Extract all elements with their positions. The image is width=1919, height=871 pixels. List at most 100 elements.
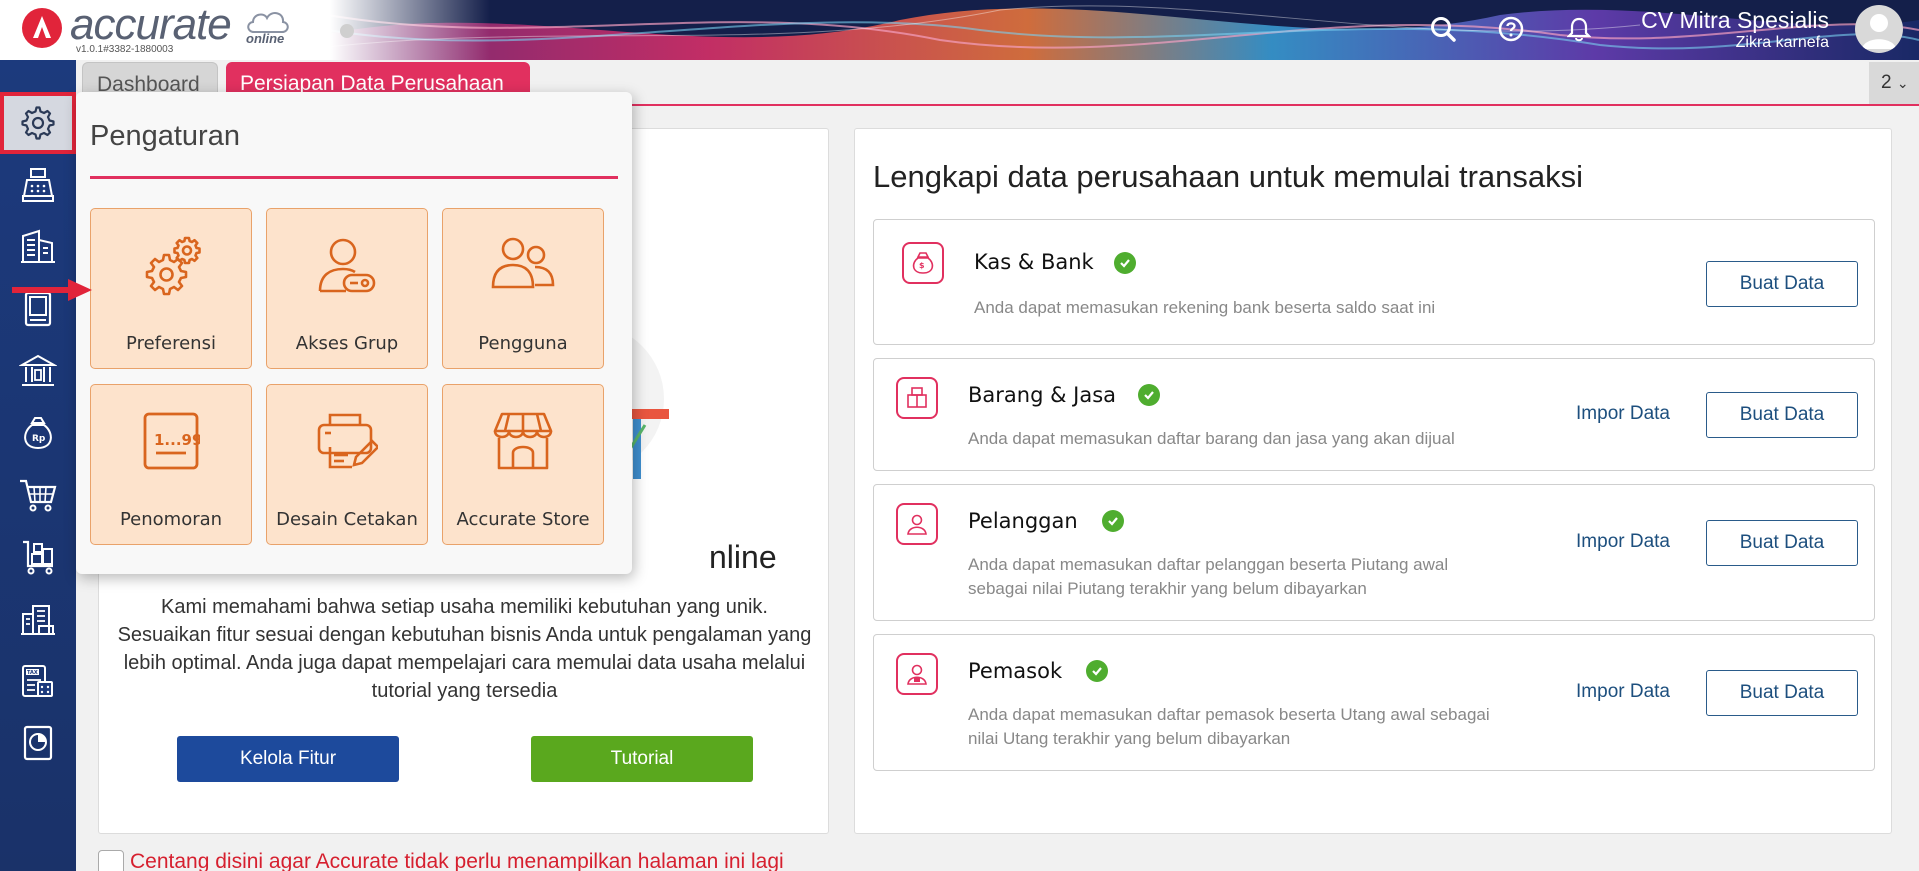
buat-data-button[interactable]: Buat Data <box>1706 670 1858 716</box>
kelola-fitur-button[interactable]: Kelola Fitur <box>177 736 399 782</box>
user-name: Zikra karnefa <box>1735 34 1829 51</box>
top-header: accurate online v1.0.1#3382-1880003 CV M… <box>0 0 1919 60</box>
tile-label: Akses Grup <box>295 333 399 354</box>
printer-design-icon <box>267 411 427 471</box>
tile-label: Accurate Store <box>456 509 590 530</box>
item-description: Anda dapat memasukan daftar pemasok bese… <box>968 703 1490 751</box>
item-title: Barang & Jasa <box>968 383 1117 407</box>
sidebar-item-tax[interactable]: TAX <box>0 650 76 712</box>
customer-icon <box>896 503 938 545</box>
gear-icon <box>21 106 55 140</box>
impor-data-link[interactable]: Impor Data <box>1576 531 1670 553</box>
popup-divider <box>90 176 618 179</box>
tile-label: Penomoran <box>119 509 223 530</box>
tile-akses-grup[interactable]: Akses Grup <box>266 208 428 369</box>
dont-show-again-checkbox[interactable] <box>98 850 124 871</box>
impor-data-link[interactable]: Impor Data <box>1576 403 1670 425</box>
tile-pengguna[interactable]: Pengguna <box>442 208 604 369</box>
settings-popup: Pengaturan Preferensi Akses Grup Penggun… <box>76 92 632 574</box>
building-icon <box>21 229 55 263</box>
trolley-icon <box>23 540 53 575</box>
user-key-icon <box>267 235 427 297</box>
status-dot <box>340 24 354 38</box>
sidebar-item-assets[interactable] <box>0 588 76 650</box>
numbering-icon: 1...99 <box>91 411 251 471</box>
item-title: Pelanggan <box>968 509 1078 533</box>
sidebar-item-settings[interactable] <box>0 92 76 154</box>
logo-online: online <box>246 31 285 46</box>
svg-text:$: $ <box>919 261 925 270</box>
setup-card: Lengkapi data perusahaan untuk memulai t… <box>854 128 1892 834</box>
accurate-logo-icon[interactable] <box>22 8 62 48</box>
tile-accurate-store[interactable]: Accurate Store <box>442 384 604 545</box>
tile-label: Pengguna <box>478 333 568 354</box>
tile-preferensi[interactable]: Preferensi <box>90 208 252 369</box>
popup-title: Pengaturan <box>90 120 240 152</box>
company-name: CV Mitra Spesialis <box>1641 7 1829 33</box>
tab-count-dropdown[interactable]: 2 ⌄ <box>1869 62 1919 104</box>
buat-data-button[interactable]: Buat Data <box>1706 520 1858 566</box>
sidebar-item-receivables[interactable]: Rp <box>0 402 76 464</box>
cart-icon <box>20 479 57 512</box>
item-title: Pemasok <box>968 659 1063 683</box>
bell-icon[interactable] <box>1562 12 1596 46</box>
svg-text:TAX: TAX <box>27 670 38 676</box>
money-bag-icon: $ <box>902 242 944 284</box>
sidebar-item-purchase[interactable] <box>0 464 76 526</box>
setup-item-pelanggan: Pelanggan Anda dapat memasukan daftar pe… <box>873 484 1875 621</box>
check-icon <box>1138 384 1160 406</box>
sidebar-item-reports[interactable] <box>0 712 76 774</box>
tile-label: Desain Cetakan <box>276 509 418 530</box>
company-info[interactable]: CV Mitra Spesialis Zikra karnefa <box>1641 6 1829 52</box>
item-description-line: nilai Utang terakhir yang belum dibayark… <box>968 729 1291 748</box>
sidebar-item-bank[interactable] <box>0 340 76 402</box>
item-description: Anda dapat memasukan rekening bank beser… <box>974 298 1436 317</box>
dont-show-again-label: Centang disini agar Accurate tidak perlu… <box>130 850 784 871</box>
check-icon <box>1102 510 1124 532</box>
money-bag-icon: Rp <box>24 417 52 450</box>
item-description-line: Anda dapat memasukan daftar pelanggan be… <box>968 555 1449 574</box>
tile-penomoran[interactable]: 1...99 Penomoran <box>90 384 252 545</box>
sidebar-item-company[interactable] <box>0 216 76 278</box>
check-icon <box>1086 660 1108 682</box>
item-description-line: Anda dapat memasukan daftar pemasok bese… <box>968 705 1490 724</box>
avatar[interactable] <box>1855 5 1903 53</box>
pointer-arrow-icon <box>12 279 92 301</box>
buat-data-button[interactable]: Buat Data <box>1706 261 1858 307</box>
sidebar-item-inventory[interactable] <box>0 526 76 588</box>
setup-item-pemasok: Pemasok Anda dapat memasukan daftar pema… <box>873 634 1875 771</box>
tutorial-button[interactable]: Tutorial <box>531 736 753 782</box>
item-description: Anda dapat memasukan daftar pelanggan be… <box>968 553 1448 601</box>
left-title: nline <box>709 539 777 575</box>
tile-desain-cetakan[interactable]: Desain Cetakan <box>266 384 428 545</box>
version-text: v1.0.1#3382-1880003 <box>76 44 174 55</box>
warehouse-icon <box>21 605 55 635</box>
check-icon <box>1114 252 1136 274</box>
setup-title: Lengkapi data perusahaan untuk memulai t… <box>873 159 1584 194</box>
supplier-icon <box>896 653 938 695</box>
sidebar-item-sales-pos[interactable] <box>0 154 76 216</box>
tile-label: Preferensi <box>126 333 216 354</box>
cashier-icon <box>22 168 54 202</box>
sidebar: Rp TAX <box>0 60 76 871</box>
item-description-line: sebagai nilai Piutang terakhir yang belu… <box>968 579 1367 598</box>
users-icon <box>443 235 603 293</box>
search-icon[interactable] <box>1426 12 1460 46</box>
tab-count-value: 2 <box>1881 72 1892 93</box>
setup-item-kas-bank: $ Kas & Bank Anda dapat memasukan rekeni… <box>873 219 1875 345</box>
box-icon <box>896 377 938 419</box>
item-description: Anda dapat memasukan daftar barang dan j… <box>968 429 1455 448</box>
logo-text: accurate <box>70 0 232 49</box>
svg-text:Rp: Rp <box>32 434 46 444</box>
setup-item-barang-jasa: Barang & Jasa Anda dapat memasukan dafta… <box>873 358 1875 471</box>
buat-data-button[interactable]: Buat Data <box>1706 392 1858 438</box>
chevron-down-icon: ⌄ <box>1896 75 1909 91</box>
numbering-icon-text: 1...99 <box>154 431 200 449</box>
left-description: Kami memahami bahwa setiap usaha memilik… <box>117 596 812 702</box>
item-title: Kas & Bank <box>974 250 1094 274</box>
gears-icon <box>91 235 251 297</box>
help-icon[interactable] <box>1494 12 1528 46</box>
store-icon <box>443 411 603 471</box>
bank-icon <box>19 354 57 386</box>
impor-data-link[interactable]: Impor Data <box>1576 681 1670 703</box>
